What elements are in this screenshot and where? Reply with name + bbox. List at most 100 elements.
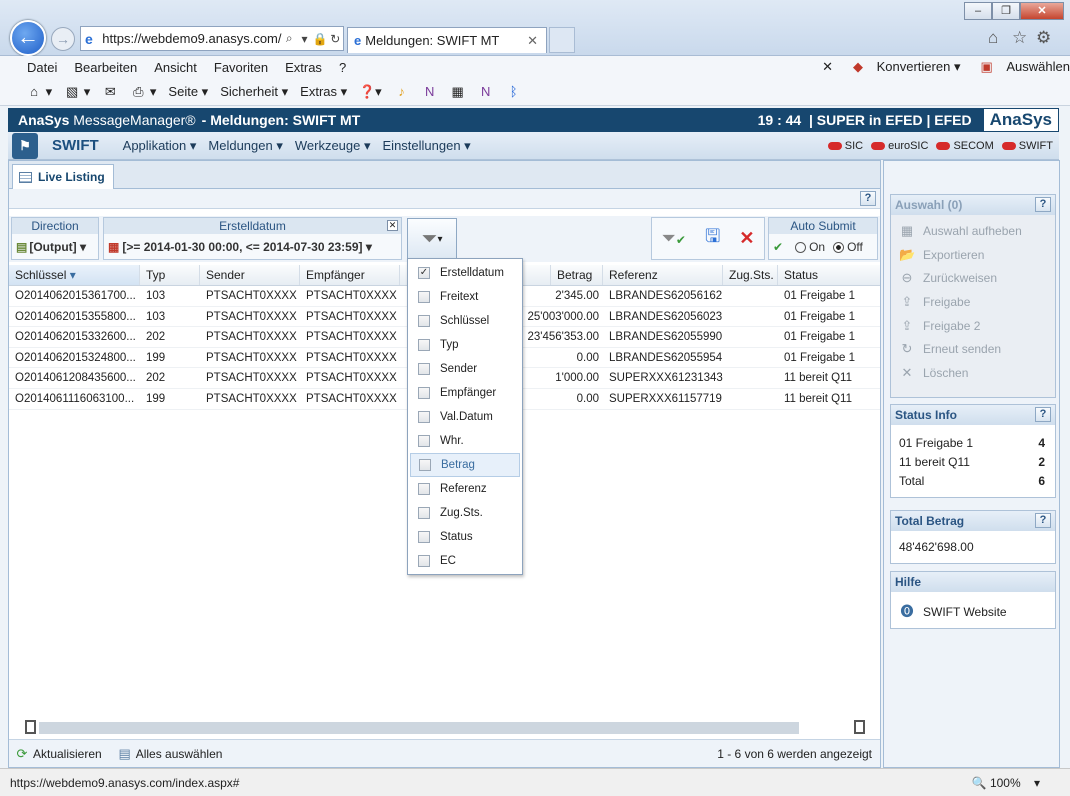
scroll-thumb[interactable] (39, 722, 799, 734)
column-option[interactable]: Referenz (410, 477, 520, 501)
column-checkbox[interactable] (418, 411, 430, 423)
column-option[interactable]: Schlüssel (410, 309, 520, 333)
browser-tab[interactable]: e Meldungen: SWIFT MT ✕ (347, 27, 547, 53)
radio-off[interactable] (833, 241, 845, 253)
column-option[interactable]: Betrag (410, 453, 520, 477)
help-icon[interactable]: ? (860, 191, 876, 206)
column-checkbox[interactable]: ✓ (418, 267, 430, 279)
maximize-button[interactable]: ❐ (992, 2, 1020, 20)
column-checkbox[interactable] (418, 291, 430, 303)
col-typ[interactable]: Typ (140, 265, 200, 285)
col-schluessel[interactable]: Schlüssel ▾ (9, 265, 140, 285)
column-option[interactable]: Freitext (410, 285, 520, 309)
selection-action[interactable]: ⇪ Freigabe (891, 290, 1055, 314)
favorites-star-icon[interactable]: ☆ (1012, 28, 1027, 48)
column-checkbox[interactable] (418, 483, 430, 495)
mail-cmd-button[interactable]: ✉ (102, 84, 118, 100)
lock-icon[interactable]: 🔒 (312, 32, 327, 46)
col-sender[interactable]: Sender (200, 265, 300, 285)
tab-live-listing[interactable]: Live Listing (12, 164, 114, 189)
close-toolbar-icon[interactable]: ✕ (822, 59, 833, 75)
close-window-button[interactable]: ✕ (1020, 2, 1064, 20)
minimize-button[interactable]: – (964, 2, 992, 20)
menu-bearbeiten[interactable]: Bearbeiten (74, 60, 137, 75)
tool-button-2[interactable]: N (422, 84, 438, 100)
column-option[interactable]: Empfänger (410, 381, 520, 405)
print-cmd-button[interactable]: ⎙ ▾ (130, 84, 156, 100)
home-icon[interactable]: ⌂ (988, 28, 998, 48)
scroll-right-button[interactable] (854, 720, 865, 734)
home-cmd-button[interactable]: ⌂ ▾ (26, 84, 52, 100)
selection-action[interactable]: 📂 Exportieren (891, 243, 1055, 267)
column-checkbox[interactable] (419, 459, 431, 471)
selection-action[interactable]: ⊖ Zurückweisen (891, 266, 1055, 290)
help-icon[interactable]: ? (1035, 513, 1051, 528)
help-icon[interactable]: ? (1035, 197, 1051, 212)
column-option[interactable]: Sender (410, 357, 520, 381)
menu-help[interactable]: ? (339, 60, 346, 75)
column-checkbox[interactable] (418, 339, 430, 351)
selection-action[interactable]: ↻ Erneut senden (891, 337, 1055, 361)
column-option[interactable]: Zug.Sts. (410, 501, 520, 525)
column-option[interactable]: Typ (410, 333, 520, 357)
page-menu[interactable]: Seite ▾ (168, 84, 208, 100)
menu-ansicht[interactable]: Ansicht (154, 60, 197, 75)
col-zug-sts[interactable]: Zug.Sts. (723, 265, 778, 285)
dropdown-icon[interactable]: ▾ (297, 32, 312, 46)
tool-button-1[interactable]: ♪ (394, 84, 410, 100)
radio-on[interactable] (795, 241, 807, 253)
tool-button-4[interactable]: N (478, 84, 494, 100)
column-option[interactable]: EC (410, 549, 520, 573)
nav-einstellungen[interactable]: Einstellungen ▾ (383, 138, 471, 154)
column-checkbox[interactable] (418, 555, 430, 567)
column-checkbox[interactable] (418, 315, 430, 327)
column-checkbox[interactable] (418, 435, 430, 447)
col-referenz[interactable]: Referenz (603, 265, 723, 285)
menu-extras[interactable]: Extras (285, 60, 322, 75)
direction-select[interactable]: ▤ [Output] ▾ (12, 234, 98, 260)
col-betrag[interactable]: Betrag (551, 265, 603, 285)
new-tab-button[interactable] (549, 27, 575, 53)
module-label[interactable]: SWIFT (52, 137, 99, 154)
nav-applikation[interactable]: Applikation ▾ (123, 138, 197, 154)
scroll-left-button[interactable] (25, 720, 36, 734)
back-button[interactable]: ← (10, 20, 46, 56)
select-button[interactable]: ▣ Auswählen (970, 59, 1070, 75)
swift-website-link[interactable]: ⓿ SWIFT Website (891, 600, 1055, 624)
nav-werkzeuge[interactable]: Werkzeuge ▾ (295, 138, 371, 154)
tab-close-icon[interactable]: ✕ (527, 33, 538, 49)
help-icon[interactable]: ? (1035, 407, 1051, 422)
column-chooser-button[interactable]: ⏷ ▾ (407, 218, 457, 260)
col-status[interactable]: Status (778, 265, 880, 285)
column-option[interactable]: ✓ Erstelldatum (410, 261, 520, 285)
forward-button[interactable]: → (51, 27, 75, 51)
feeds-cmd-button[interactable]: ▧ ▾ (64, 84, 90, 100)
security-menu[interactable]: Sicherheit ▾ (220, 84, 288, 100)
menu-datei[interactable]: Datei (27, 60, 57, 75)
nav-meldungen[interactable]: Meldungen ▾ (208, 138, 282, 154)
save-icon[interactable]: 🖫 (705, 224, 720, 254)
tool-button-5[interactable]: ᛒ (506, 84, 522, 100)
convert-button[interactable]: ◆ Konvertieren ▾ (843, 59, 960, 75)
horizontal-scrollbar[interactable] (9, 719, 880, 736)
date-filter-close-icon[interactable]: ✕ (387, 220, 398, 231)
menu-favoriten[interactable]: Favoriten (214, 60, 268, 75)
date-select[interactable]: ▦ [>= 2014-01-30 00:00, <= 2014-07-30 23:… (104, 234, 401, 260)
filter-apply-icon[interactable]: ⏷✔ (662, 228, 686, 249)
refresh-icon[interactable]: ↻ (328, 32, 343, 46)
address-bar[interactable]: e https://webdemo9.anasys.com/ ⌕ ▾ 🔒 ↻ (80, 26, 344, 51)
address-url[interactable]: https://webdemo9.anasys.com/ (102, 31, 281, 46)
col-empfaenger[interactable]: Empfänger (300, 265, 400, 285)
selection-action[interactable]: ⇪ Freigabe 2 (891, 314, 1055, 338)
select-all-button[interactable]: ▤ Alles auswählen (118, 746, 223, 761)
refresh-button[interactable]: ⟳ Aktualisieren (15, 746, 102, 761)
help-cmd-button[interactable]: ❓ ▾ (359, 84, 382, 100)
column-option[interactable]: Whr. (410, 429, 520, 453)
selection-action[interactable]: ✕ Löschen (891, 361, 1055, 385)
zoom-control[interactable]: 🔍 100% ▾ (972, 776, 1040, 790)
search-icon[interactable]: ⌕ (282, 31, 297, 46)
tool-button-3[interactable]: ▦ (450, 84, 466, 100)
column-checkbox[interactable] (418, 363, 430, 375)
module-icon[interactable]: ⚑ (12, 132, 38, 159)
clear-icon[interactable]: ✕ (739, 228, 754, 249)
